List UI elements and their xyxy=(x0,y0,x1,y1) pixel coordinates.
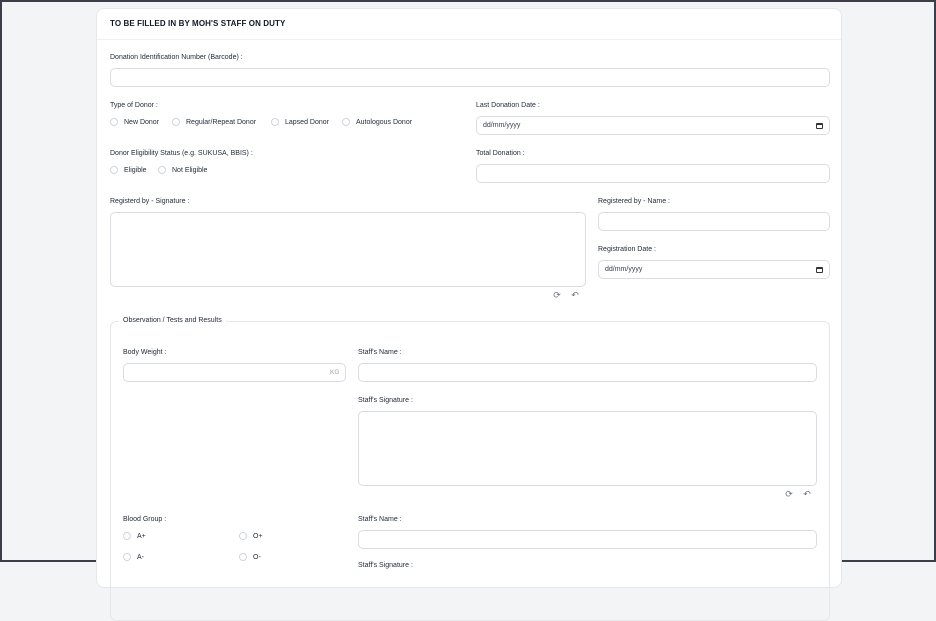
radio-circle[interactable] xyxy=(239,532,247,540)
staff-name-input[interactable] xyxy=(358,363,817,382)
radio-label: Autologous Donor xyxy=(356,118,413,126)
radio-circle[interactable] xyxy=(342,118,350,126)
total-donation-label: Total Donation : xyxy=(476,150,525,157)
radio-circle[interactable] xyxy=(123,553,131,561)
staff-name-label: Staff's Name : xyxy=(358,349,402,356)
refresh-icon[interactable]: ⟳ xyxy=(552,290,562,300)
calendar-icon[interactable] xyxy=(816,122,823,129)
last-donation-date-input[interactable]: dd/mm/yyyy xyxy=(476,116,830,135)
staff-signature-pad[interactable] xyxy=(358,411,817,486)
eligibility-label: Donor Eligibility Status (e.g. SUKUSA, B… xyxy=(110,150,253,157)
section-title: TO BE FILLED IN BY MOH'S STAFF ON DUTY xyxy=(110,19,286,28)
radio-label: O+ xyxy=(253,532,263,540)
radio-eligible[interactable]: Eligible xyxy=(110,166,147,174)
radio-new-donor[interactable]: New Donor xyxy=(110,118,159,126)
registration-date-label: Registration Date : xyxy=(598,246,656,253)
radio-label: Not Eligible xyxy=(172,166,208,174)
staff-signature-label: Staff's Signature : xyxy=(358,397,413,404)
radio-a-positive[interactable]: A+ xyxy=(123,532,146,540)
donation-id-label: Donation Identification Number (Barcode)… xyxy=(110,54,243,61)
staff-name-label-2: Staff's Name : xyxy=(358,516,402,523)
form-card: TO BE FILLED IN BY MOH'S STAFF ON DUTY D… xyxy=(96,8,842,621)
observation-fieldset: Observation / Tests and Results Body Wei… xyxy=(110,317,830,621)
radio-circle[interactable] xyxy=(123,532,131,540)
radio-label: A- xyxy=(137,553,144,561)
radio-circle[interactable] xyxy=(110,118,118,126)
last-donation-label: Last Donation Date : xyxy=(476,102,540,109)
radio-not-eligible[interactable]: Not Eligible xyxy=(158,166,207,174)
radio-a-negative[interactable]: A- xyxy=(123,553,144,561)
radio-label: Lapsed Donor xyxy=(285,118,329,126)
radio-circle[interactable] xyxy=(158,166,166,174)
registration-date-input[interactable]: dd/mm/yyyy xyxy=(598,260,830,279)
radio-circle[interactable] xyxy=(110,166,118,174)
radio-circle[interactable] xyxy=(271,118,279,126)
calendar-icon[interactable] xyxy=(816,266,823,273)
registered-signature-label: Registerd by - Signature : xyxy=(110,198,190,205)
radio-regular-donor[interactable]: Regular/Repeat Donor xyxy=(172,118,256,126)
radio-o-negative[interactable]: O- xyxy=(239,553,261,561)
date-placeholder: dd/mm/yyyy xyxy=(605,266,643,273)
radio-label: A+ xyxy=(137,532,146,540)
radio-label: O- xyxy=(253,553,261,561)
donation-id-input[interactable] xyxy=(110,68,830,87)
registered-name-input[interactable] xyxy=(598,212,830,231)
radio-label: Eligible xyxy=(124,166,147,174)
date-placeholder: dd/mm/yyyy xyxy=(483,122,521,129)
body-weight-input[interactable] xyxy=(123,363,346,382)
radio-label: Regular/Repeat Donor xyxy=(186,118,257,126)
registered-signature-pad[interactable] xyxy=(110,212,586,287)
radio-circle[interactable] xyxy=(239,553,247,561)
staff-name-input-2[interactable] xyxy=(358,530,817,549)
blood-group-label: Blood Group : xyxy=(123,516,167,523)
undo-icon[interactable]: ↶ xyxy=(570,290,580,300)
refresh-icon[interactable]: ⟳ xyxy=(784,489,794,499)
body-weight-unit: KG xyxy=(330,369,340,376)
staff-signature-label-2: Staff's Signature : xyxy=(358,562,413,569)
radio-autologous-donor[interactable]: Autologous Donor xyxy=(342,118,412,126)
radio-label: New Donor xyxy=(124,118,160,126)
body-weight-label: Body Weight : xyxy=(123,349,167,356)
undo-icon[interactable]: ↶ xyxy=(802,489,812,499)
card-header: TO BE FILLED IN BY MOH'S STAFF ON DUTY xyxy=(97,9,841,40)
radio-circle[interactable] xyxy=(172,118,180,126)
radio-lapsed-donor[interactable]: Lapsed Donor xyxy=(271,118,329,126)
observation-legend: Observation / Tests and Results xyxy=(119,317,226,324)
registered-name-label: Registered by - Name : xyxy=(598,198,670,205)
total-donation-input[interactable] xyxy=(476,164,830,183)
donor-type-label: Type of Donor : xyxy=(110,102,158,109)
radio-o-positive[interactable]: O+ xyxy=(239,532,263,540)
